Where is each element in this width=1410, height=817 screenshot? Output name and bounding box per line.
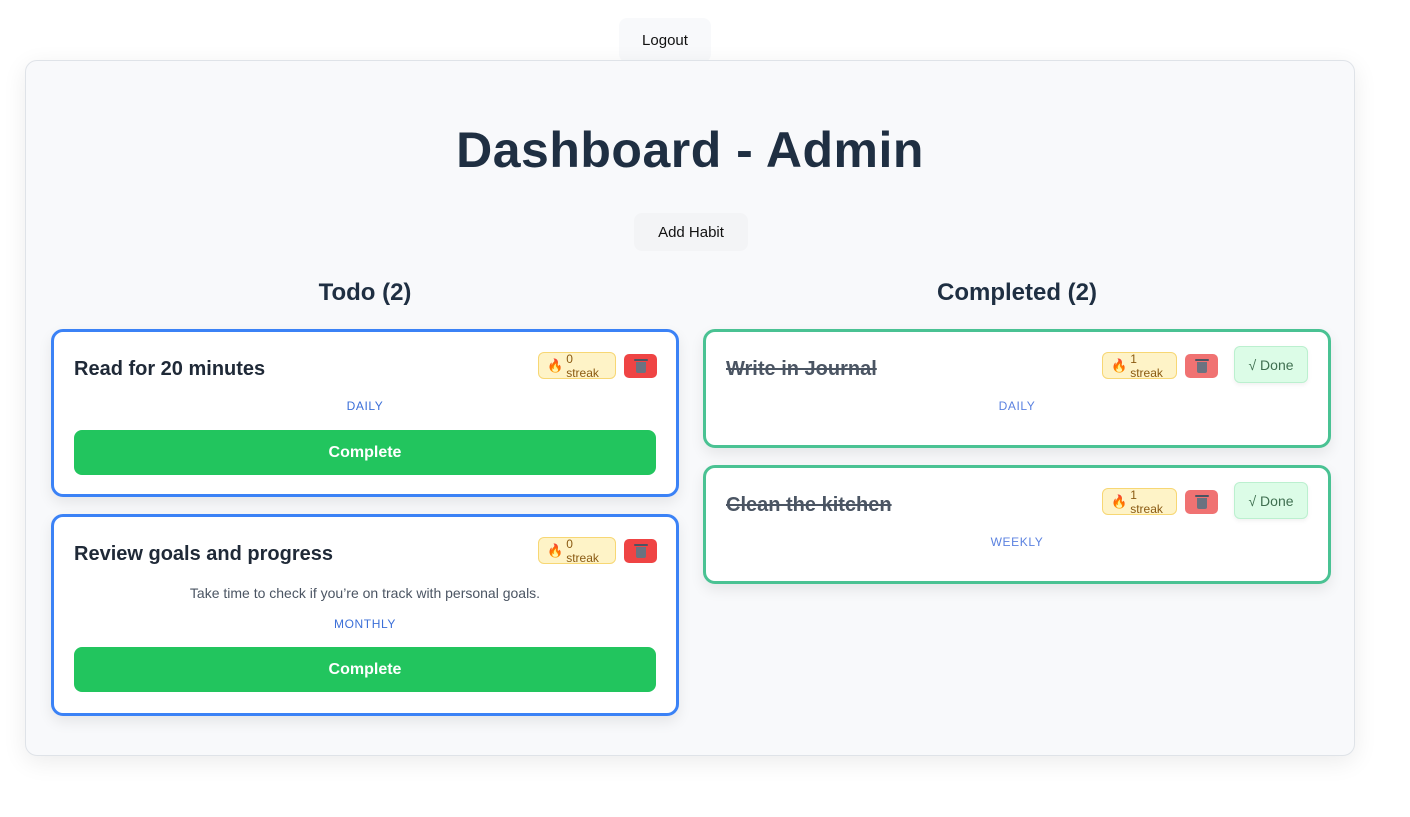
habit-card: Read for 20 minutes 🔥 0 streak DAILY Com…	[51, 329, 679, 497]
streak-badge: 🔥 0 streak	[538, 536, 616, 565]
habit-frequency: MONTHLY	[334, 617, 396, 631]
complete-habit-button[interactable]: Complete	[74, 647, 656, 692]
complete-habit-button[interactable]: Complete	[74, 430, 656, 475]
habit-card: Clean the kitchen 🔥 1 streak √ Done WEEK…	[703, 465, 1331, 584]
page-title: Dashboard - Admin	[456, 122, 924, 178]
habit-title: Clean the kitchen	[726, 494, 892, 516]
habit-description: Take time to check if you’re on track wi…	[189, 585, 541, 601]
habit-card: Write in Journal 🔥 1 streak √ Done DAILY	[703, 329, 1331, 448]
habit-frequency: DAILY	[346, 399, 384, 413]
dashboard-panel: Dashboard - Admin Add Habit Todo (2) Com…	[25, 60, 1355, 756]
add-habit-button[interactable]: Add Habit	[634, 213, 748, 251]
delete-habit-button[interactable]	[1185, 354, 1218, 378]
trash-icon	[633, 543, 648, 558]
completed-column-heading: Completed (2)	[936, 279, 1097, 306]
streak-label: 1 streak	[1130, 351, 1163, 380]
streak-badge: 🔥 1 streak	[1102, 351, 1177, 380]
habit-title: Write in Journal	[726, 358, 877, 380]
todo-column-heading: Todo (2)	[318, 279, 412, 306]
logout-button[interactable]: Logout	[619, 18, 711, 62]
done-button[interactable]: √ Done	[1234, 346, 1308, 383]
streak-label: 0 streak	[566, 536, 599, 565]
habit-frequency: DAILY	[998, 399, 1036, 413]
flame-icon: 🔥	[547, 357, 564, 373]
delete-habit-button[interactable]	[624, 539, 657, 563]
trash-icon	[1194, 494, 1209, 509]
flame-icon: 🔥	[1111, 357, 1128, 373]
done-button[interactable]: √ Done	[1234, 482, 1308, 519]
trash-icon	[1194, 358, 1209, 373]
habit-title: Read for 20 minutes	[74, 358, 266, 380]
habit-title: Review goals and progress	[74, 543, 333, 565]
habit-frequency: WEEKLY	[990, 535, 1044, 549]
streak-label: 1 streak	[1130, 487, 1163, 516]
streak-badge: 🔥 1 streak	[1102, 487, 1177, 516]
trash-icon	[633, 358, 648, 373]
flame-icon: 🔥	[547, 542, 564, 558]
delete-habit-button[interactable]	[624, 354, 657, 378]
habit-card: Review goals and progress 🔥 0 streak Tak…	[51, 514, 679, 716]
streak-label: 0 streak	[566, 351, 599, 380]
delete-habit-button[interactable]	[1185, 490, 1218, 514]
flame-icon: 🔥	[1111, 493, 1128, 509]
streak-badge: 🔥 0 streak	[538, 351, 616, 380]
